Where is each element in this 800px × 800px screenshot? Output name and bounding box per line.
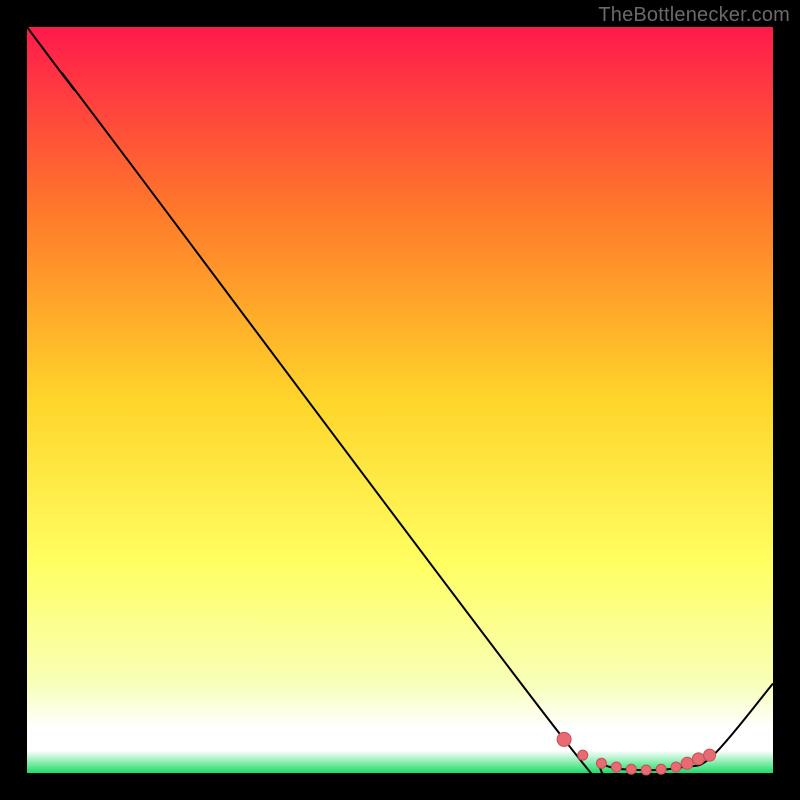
curve-marker [626, 764, 636, 774]
chart-stage: TheBottlenecker.com [0, 0, 800, 800]
curve-marker [596, 758, 606, 768]
curve-marker [692, 753, 704, 765]
attribution-text: TheBottlenecker.com [598, 4, 790, 27]
curve-marker [671, 762, 681, 772]
curve-marker [704, 749, 716, 761]
curve-marker [578, 750, 588, 760]
curve-marker [681, 757, 693, 769]
bottleneck-chart [0, 0, 800, 800]
curve-marker [656, 764, 666, 774]
plot-background [27, 27, 773, 773]
curve-marker [611, 762, 621, 772]
curve-marker [641, 765, 651, 775]
curve-marker [557, 732, 571, 746]
